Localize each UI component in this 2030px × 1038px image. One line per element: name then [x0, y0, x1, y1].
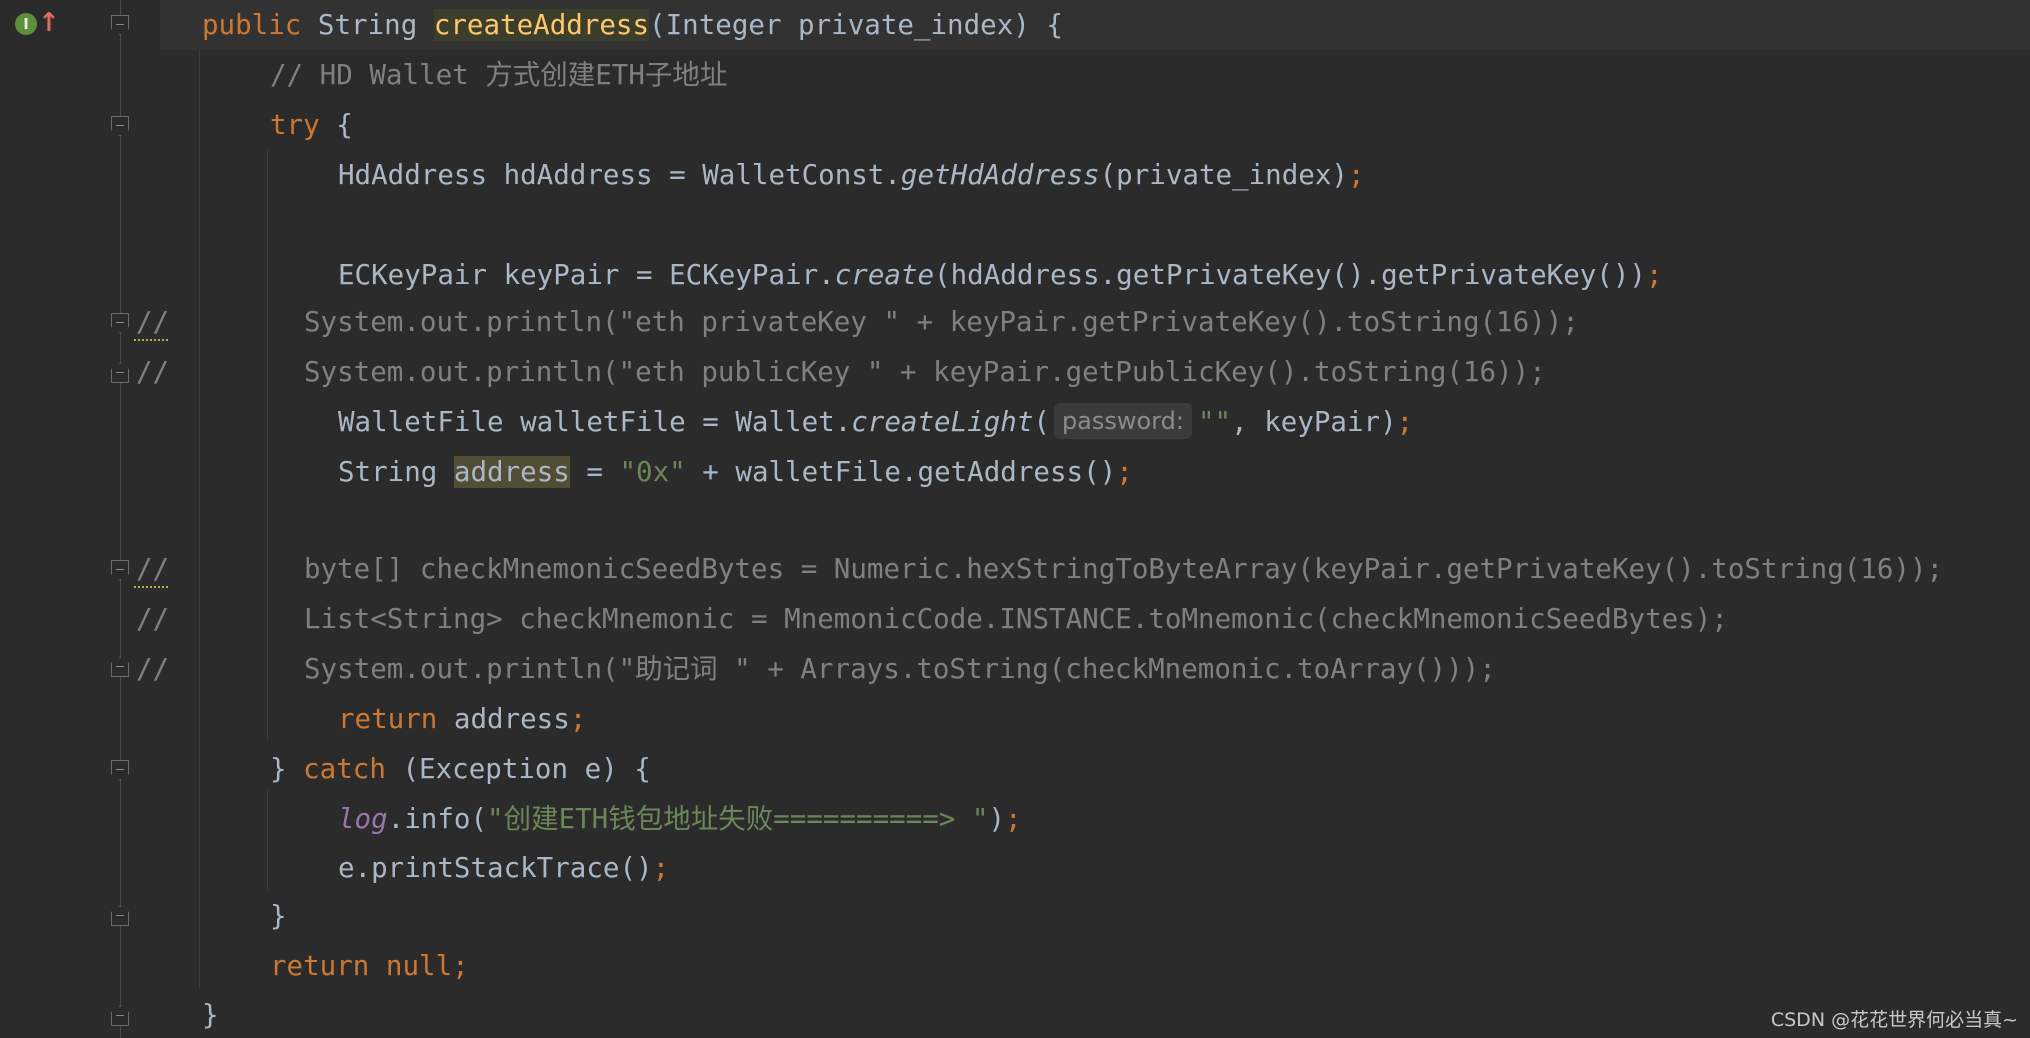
commented-code: System.out.println("eth privateKey " + k…: [304, 306, 1579, 338]
closing-brace: }: [270, 900, 287, 932]
code-editor[interactable]: I ↑ // // // // // public String createA…: [0, 0, 2030, 1038]
code-line-13[interactable]: return address;: [0, 694, 586, 744]
string-literal: "": [1197, 406, 1232, 438]
code-text: , keyPair): [1231, 406, 1397, 438]
code-line-8[interactable]: WalletFile walletFile = Wallet.createLig…: [0, 397, 1413, 447]
code-text: (hdAddress.getPrivateKey().getPrivateKey…: [934, 259, 1646, 291]
code-line-15[interactable]: log.info("创建ETH钱包地址失败==========> ");: [0, 794, 1022, 844]
semicolon: ;: [452, 950, 469, 982]
static-call[interactable]: create: [835, 259, 934, 291]
line-comment-marker: //: [136, 603, 170, 635]
code-text: =: [569, 456, 620, 488]
static-call[interactable]: createLight: [851, 406, 1033, 438]
semicolon: ;: [569, 703, 587, 735]
method-params: (Integer private_index) {: [649, 9, 1063, 41]
code-line-2[interactable]: // HD Wallet 方式创建ETH子地址: [0, 50, 727, 100]
code-line-3[interactable]: try {: [0, 100, 353, 150]
code-text: HdAddress hdAddress = WalletConst.: [338, 159, 901, 191]
code-line-17[interactable]: }: [0, 891, 287, 941]
code-line-5[interactable]: ECKeyPair keyPair = ECKeyPair.create(hdA…: [0, 250, 1663, 300]
warning-squiggle: [134, 580, 168, 588]
code-line-14[interactable]: } catch (Exception e) {: [0, 744, 651, 794]
code-text: ): [988, 803, 1006, 835]
keyword: return: [338, 703, 438, 735]
closing-brace: }: [202, 999, 219, 1031]
commented-code: List<String> checkMnemonic = MnemonicCod…: [304, 603, 1728, 635]
code-text: WalletFile walletFile = Wallet.: [338, 406, 852, 438]
code-line-4[interactable]: HdAddress hdAddress = WalletConst.getHdA…: [0, 150, 1365, 200]
semicolon: ;: [1347, 159, 1365, 191]
code-line-7[interactable]: System.out.println("eth publicKey " + ke…: [0, 347, 1546, 397]
keyword: public: [202, 9, 318, 41]
code-line-6[interactable]: System.out.println("eth privateKey " + k…: [0, 297, 1579, 347]
code-text: .info(: [387, 803, 488, 835]
code-line-19[interactable]: }: [0, 990, 219, 1038]
code-comment: // HD Wallet 方式创建ETH子地址: [270, 59, 728, 91]
code-text: String: [338, 456, 454, 488]
code-line-11[interactable]: List<String> checkMnemonic = MnemonicCod…: [0, 594, 1728, 644]
commented-code: System.out.println("eth publicKey " + ke…: [304, 356, 1546, 388]
semicolon: ;: [1116, 456, 1133, 488]
indent-guide-try: [267, 150, 268, 740]
keyword: try: [270, 109, 320, 141]
code-text: e.printStackTrace(): [338, 852, 653, 884]
warning-squiggle: [134, 333, 168, 341]
string-literal: "0x": [619, 456, 686, 488]
watermark: CSDN @花花世界何必当真~: [1770, 1009, 2018, 1031]
semicolon: ;: [1645, 259, 1663, 291]
code-text: address: [437, 703, 570, 735]
keyword: return null: [270, 950, 453, 982]
code-text: (: [1033, 406, 1050, 438]
line-comment-marker: //: [136, 653, 170, 685]
field-reference[interactable]: log: [338, 803, 388, 835]
commented-code: System.out.println("助记词 " + Arrays.toStr…: [304, 653, 1496, 685]
commented-code: byte[] checkMnemonicSeedBytes = Numeric.…: [304, 553, 1944, 585]
code-text: + walletFile.getAddress(): [685, 456, 1117, 488]
fold-rail: [120, 0, 121, 1038]
code-text: (private_index): [1099, 159, 1348, 191]
code-line-9[interactable]: String address = "0x" + walletFile.getAd…: [0, 447, 1133, 497]
line-comment-marker: //: [136, 356, 170, 388]
semicolon: ;: [652, 852, 670, 884]
method-name[interactable]: createAddress: [433, 9, 650, 41]
string-literal: "创建ETH钱包地址失败==========> ": [487, 803, 989, 835]
code-text: ECKeyPair keyPair = ECKeyPair.: [338, 259, 835, 291]
parameter-hint: password:: [1053, 403, 1192, 439]
indent-guide-catch: [267, 790, 268, 890]
variable-usage-highlight[interactable]: address: [453, 456, 570, 488]
code-line-16[interactable]: e.printStackTrace();: [0, 843, 669, 893]
code-line-12[interactable]: System.out.println("助记词 " + Arrays.toStr…: [0, 644, 1496, 694]
indent-guide-method: [199, 50, 200, 988]
code-text: (Exception e) {: [385, 753, 651, 785]
static-call[interactable]: getHdAddress: [901, 159, 1100, 191]
code-line-10[interactable]: byte[] checkMnemonicSeedBytes = Numeric.…: [0, 544, 1943, 594]
code-line-18[interactable]: return null;: [0, 941, 469, 991]
code-line-1[interactable]: public String createAddress(Integer priv…: [0, 0, 1063, 50]
code-text: {: [319, 109, 353, 141]
return-type: String: [317, 9, 434, 41]
code-text: }: [270, 753, 304, 785]
keyword: catch: [303, 753, 386, 785]
semicolon: ;: [1005, 803, 1022, 835]
semicolon: ;: [1396, 406, 1414, 438]
